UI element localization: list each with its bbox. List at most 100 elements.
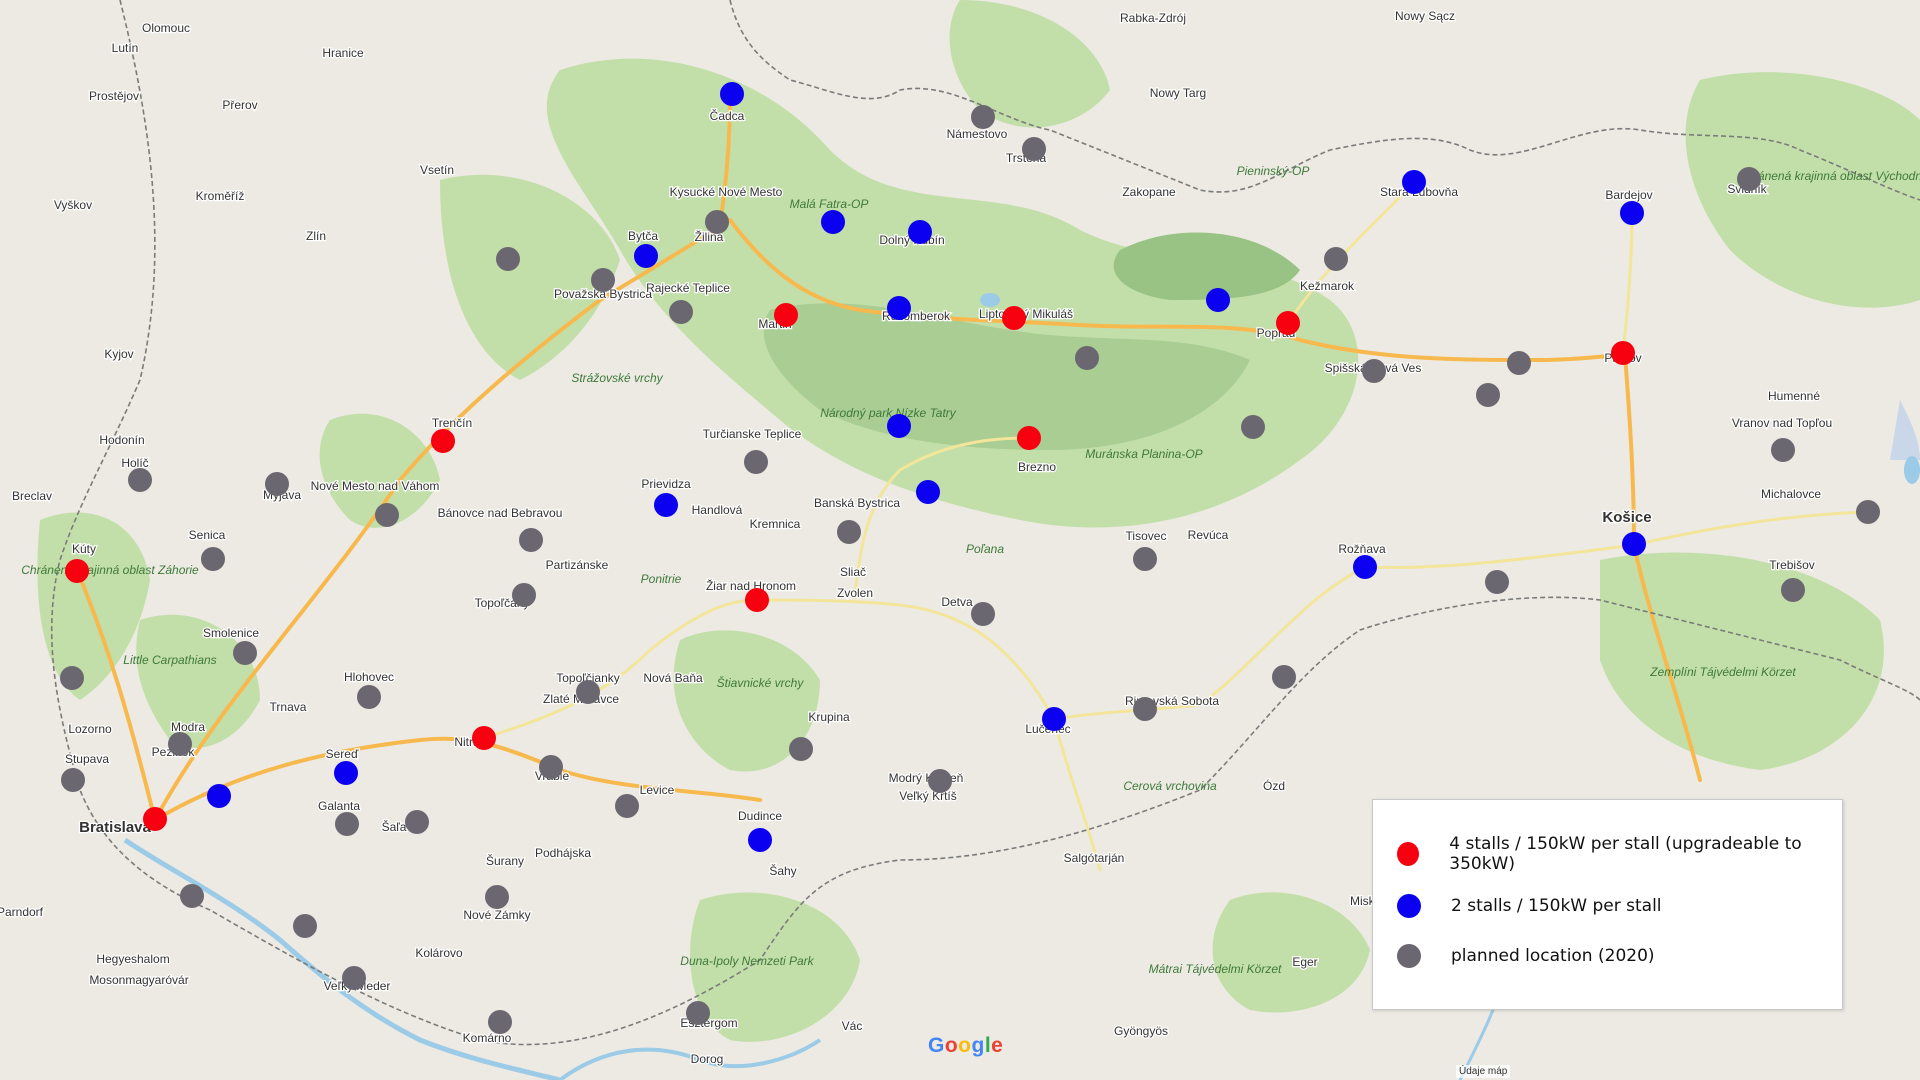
charger-marker-standard[interactable]	[720, 82, 744, 106]
charger-marker-planned[interactable]	[789, 737, 813, 761]
legend-label-planned: planned location (2020)	[1451, 946, 1655, 966]
place-label: Handlová	[692, 503, 743, 517]
charger-marker-planned[interactable]	[488, 1010, 512, 1034]
charger-marker-planned[interactable]	[669, 300, 693, 324]
charger-marker-planned[interactable]	[519, 528, 543, 552]
charger-marker-planned[interactable]	[357, 685, 381, 709]
charger-marker-planned[interactable]	[1241, 415, 1265, 439]
charger-marker-planned[interactable]	[1771, 438, 1795, 462]
region-label: Muránska Planina-OP	[1085, 447, 1202, 461]
charger-marker-planned[interactable]	[512, 583, 536, 607]
charger-marker-planned[interactable]	[405, 810, 429, 834]
place-label: Trnava	[270, 700, 307, 714]
charger-marker-fast[interactable]	[1611, 341, 1635, 365]
charger-marker-planned[interactable]	[1022, 137, 1046, 161]
charger-marker-planned[interactable]	[1507, 351, 1531, 375]
charger-marker-standard[interactable]	[748, 828, 772, 852]
charger-marker-planned[interactable]	[233, 641, 257, 665]
charger-marker-planned[interactable]	[591, 268, 615, 292]
charger-marker-planned[interactable]	[1133, 697, 1157, 721]
region-label: Little Carpathians	[123, 653, 216, 667]
charger-marker-planned[interactable]	[342, 966, 366, 990]
charger-marker-planned[interactable]	[686, 1001, 710, 1025]
charger-marker-fast[interactable]	[745, 588, 769, 612]
place-label: Bytča	[628, 229, 658, 243]
region-label: Duna-Ipoly Nemzeti Park	[680, 954, 814, 968]
place-label: Kroměříž	[196, 189, 245, 203]
charger-marker-standard[interactable]	[334, 761, 358, 785]
charger-marker-standard[interactable]	[821, 210, 845, 234]
charger-marker-fast[interactable]	[774, 303, 798, 327]
charger-marker-planned[interactable]	[265, 472, 289, 496]
charger-marker-planned[interactable]	[837, 520, 861, 544]
charger-marker-standard[interactable]	[887, 296, 911, 320]
region-label: Cerová vrchovina	[1123, 779, 1217, 793]
charger-marker-planned[interactable]	[201, 547, 225, 571]
charger-marker-planned[interactable]	[485, 885, 509, 909]
place-label: Eger	[1292, 955, 1317, 969]
charger-marker-planned[interactable]	[539, 755, 563, 779]
charger-marker-standard[interactable]	[908, 220, 932, 244]
charger-marker-standard[interactable]	[1042, 707, 1066, 731]
charger-marker-planned[interactable]	[496, 247, 520, 271]
charger-marker-planned[interactable]	[168, 732, 192, 756]
charger-marker-fast[interactable]	[472, 726, 496, 750]
charger-marker-planned[interactable]	[1133, 547, 1157, 571]
charger-marker-planned[interactable]	[1856, 500, 1880, 524]
place-label: Šaľa	[382, 819, 407, 834]
charger-marker-planned[interactable]	[128, 468, 152, 492]
charger-marker-planned[interactable]	[615, 794, 639, 818]
charger-marker-standard[interactable]	[207, 784, 231, 808]
charger-marker-planned[interactable]	[971, 105, 995, 129]
place-label: Nová Baňa	[643, 671, 703, 685]
place-label: Námestovo	[947, 127, 1008, 141]
region-label: Malá Fatra-OP	[790, 197, 869, 211]
charger-marker-planned[interactable]	[705, 210, 729, 234]
charger-marker-planned[interactable]	[576, 680, 600, 704]
charger-marker-fast[interactable]	[65, 559, 89, 583]
charger-marker-standard[interactable]	[654, 493, 678, 517]
place-label: Modra	[171, 720, 205, 734]
charger-marker-planned[interactable]	[1781, 578, 1805, 602]
charger-marker-fast[interactable]	[1017, 426, 1041, 450]
charger-marker-planned[interactable]	[180, 884, 204, 908]
charger-marker-fast[interactable]	[1276, 311, 1300, 335]
charger-marker-standard[interactable]	[887, 414, 911, 438]
charger-marker-standard[interactable]	[1622, 532, 1646, 556]
map-data-attribution[interactable]: Údaje máp	[1456, 1065, 1511, 1078]
charger-marker-standard[interactable]	[1206, 288, 1230, 312]
charger-marker-planned[interactable]	[1362, 359, 1386, 383]
charger-marker-planned[interactable]	[971, 602, 995, 626]
charger-marker-planned[interactable]	[60, 666, 84, 690]
place-label: Turčianske Teplice	[703, 427, 802, 441]
charger-marker-standard[interactable]	[1353, 555, 1377, 579]
charger-marker-planned[interactable]	[375, 503, 399, 527]
charger-marker-fast[interactable]	[1002, 306, 1026, 330]
charger-marker-standard[interactable]	[634, 244, 658, 268]
google-logo[interactable]: Google	[928, 1034, 1003, 1058]
charger-marker-planned[interactable]	[1324, 247, 1348, 271]
charger-marker-planned[interactable]	[928, 769, 952, 793]
charger-marker-planned[interactable]	[61, 768, 85, 792]
charger-marker-planned[interactable]	[293, 914, 317, 938]
charger-marker-planned[interactable]	[744, 450, 768, 474]
charger-marker-fast[interactable]	[431, 429, 455, 453]
legend-label-standard: 2 stalls / 150kW per stall	[1451, 896, 1662, 916]
place-label: Nowy Sącz	[1395, 9, 1455, 23]
charger-marker-planned[interactable]	[1485, 570, 1509, 594]
charger-marker-planned[interactable]	[1075, 346, 1099, 370]
charger-marker-standard[interactable]	[1620, 201, 1644, 225]
google-letter: e	[991, 1034, 1004, 1057]
google-letter: G	[928, 1034, 945, 1057]
charger-marker-planned[interactable]	[1272, 665, 1296, 689]
charger-marker-fast[interactable]	[143, 807, 167, 831]
charger-marker-planned[interactable]	[1737, 167, 1761, 191]
charger-marker-standard[interactable]	[916, 480, 940, 504]
charger-marker-planned[interactable]	[1476, 383, 1500, 407]
place-label: Kúty	[72, 542, 96, 556]
place-label: Dorog	[691, 1052, 724, 1066]
place-label: Stupava	[65, 752, 109, 766]
charger-marker-planned[interactable]	[335, 812, 359, 836]
charger-marker-standard[interactable]	[1402, 170, 1426, 194]
place-label: Kysucké Nové Mesto	[670, 185, 783, 199]
